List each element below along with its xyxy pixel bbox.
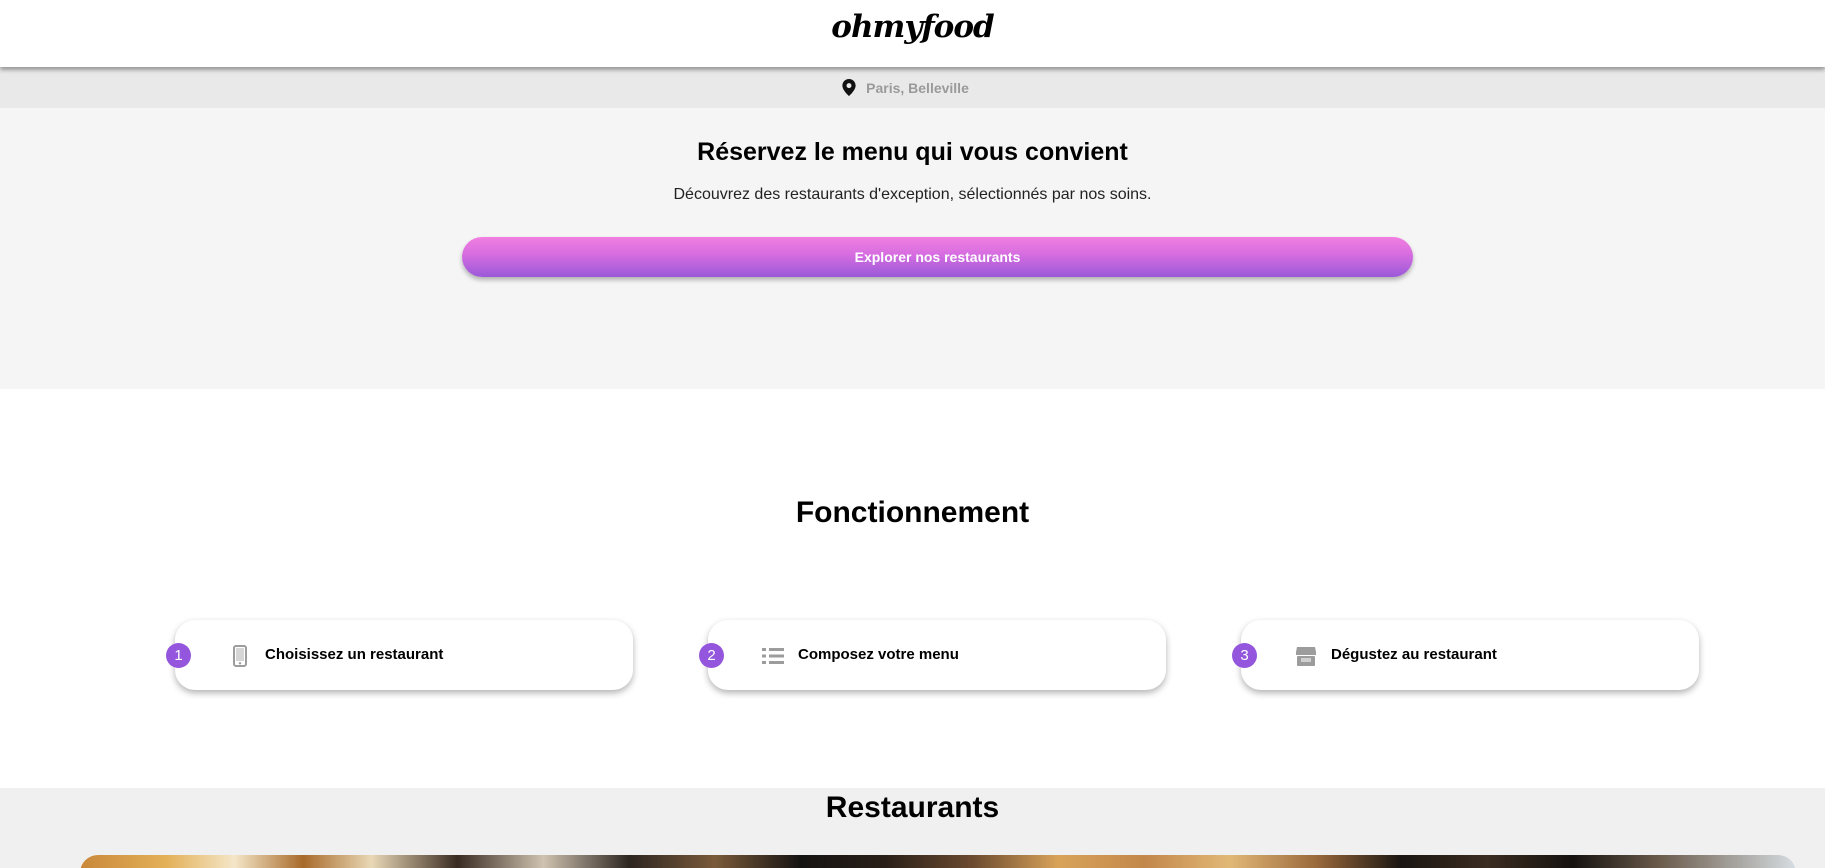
- smartphone-icon: [229, 645, 251, 667]
- hero-section: Réservez le menu qui vous convient Décou…: [0, 108, 1825, 389]
- store-icon: [1295, 645, 1317, 667]
- step-card-1[interactable]: 1 Choisissez un restaurant: [166, 620, 633, 690]
- location-text: Paris, Belleville: [866, 79, 969, 96]
- site-header: ohmyfood: [0, 0, 1825, 67]
- step-label: Choisissez un restaurant: [265, 646, 444, 663]
- step-card-3[interactable]: 3 Dégustez au restaurant: [1232, 620, 1699, 690]
- step-number-badge: 2: [699, 643, 724, 668]
- how-it-works-title: Fonctionnement: [795, 496, 1030, 529]
- step-card-2[interactable]: 2 Composez votre menu: [699, 620, 1166, 690]
- how-it-works-section: Fonctionnement 1 Choisissez un restauran…: [0, 389, 1825, 788]
- location-bar[interactable]: Paris, Belleville: [0, 67, 1825, 108]
- restaurants-title: Restaurants: [825, 791, 1000, 824]
- step-number-badge: 3: [1232, 643, 1257, 668]
- step-label: Dégustez au restaurant: [1331, 646, 1497, 663]
- explore-restaurants-button[interactable]: Explorer nos restaurants: [462, 237, 1413, 277]
- step-number-badge: 1: [166, 643, 191, 668]
- step-label: Composez votre menu: [798, 646, 959, 663]
- list-icon: [762, 645, 784, 667]
- restaurant-card-image[interactable]: [80, 855, 1796, 868]
- hero-title: Réservez le menu qui vous convient: [697, 138, 1128, 166]
- ohmyfood-logo[interactable]: ohmyfood: [831, 9, 994, 45]
- map-pin-icon: [842, 79, 856, 96]
- restaurants-section: Restaurants: [0, 788, 1825, 868]
- hero-subtitle: Découvrez des restaurants d'exception, s…: [673, 186, 1152, 203]
